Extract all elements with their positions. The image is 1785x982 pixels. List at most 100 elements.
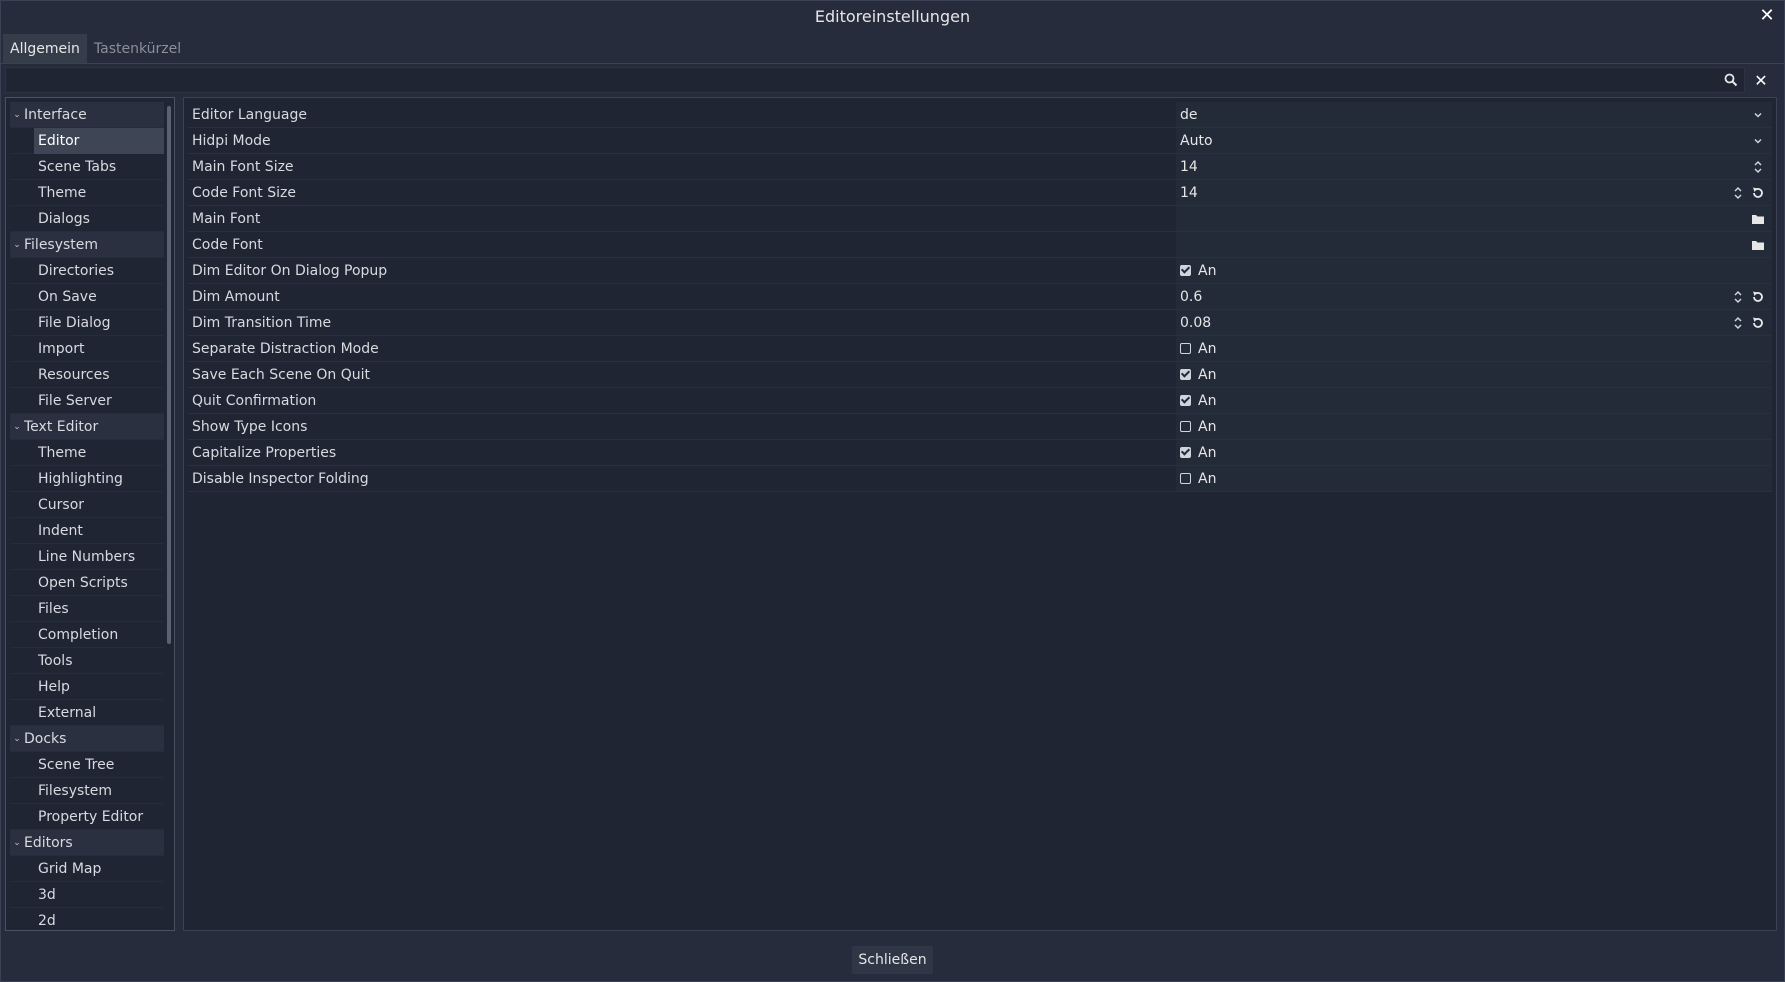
- tree-item-21[interactable]: Tools: [10, 648, 164, 674]
- tree-item-label: 2d: [38, 912, 56, 929]
- chevron-down-icon[interactable]: ⌄: [12, 838, 22, 848]
- tree-item-23[interactable]: External: [10, 700, 164, 726]
- checkbox-checked-icon[interactable]: [1180, 395, 1191, 406]
- property-checkbox[interactable]: An: [1176, 336, 1772, 361]
- tree-item-3[interactable]: Theme: [10, 180, 164, 206]
- property-checkbox[interactable]: An: [1176, 414, 1772, 439]
- property-spin-field[interactable]: 14: [1176, 154, 1772, 179]
- tree-item-label: File Server: [38, 392, 112, 409]
- checkbox-label: An: [1198, 262, 1217, 279]
- tree-item-14[interactable]: Highlighting: [10, 466, 164, 492]
- tree-item-9[interactable]: Import: [10, 336, 164, 362]
- tree-group-24[interactable]: ⌄ Docks: [10, 726, 164, 752]
- tree-group-0[interactable]: ⌄ Interface: [10, 102, 164, 128]
- clear-search-button[interactable]: ✕: [1746, 67, 1776, 93]
- property-dropdown-field[interactable]: de: [1176, 102, 1772, 127]
- tree-item-18[interactable]: Open Scripts: [10, 570, 164, 596]
- tree-item-1[interactable]: Editor: [10, 127, 164, 154]
- spinner-arrows-icon[interactable]: [1750, 159, 1766, 175]
- spinner-arrows-icon[interactable]: [1730, 315, 1746, 331]
- tree-item-25[interactable]: Scene Tree: [10, 752, 164, 778]
- folder-icon[interactable]: [1750, 211, 1766, 227]
- property-row: Editor Language de: [188, 102, 1772, 128]
- property-value: Auto: [1180, 132, 1213, 149]
- chevron-down-icon[interactable]: [1750, 133, 1766, 149]
- checkbox-unchecked-icon[interactable]: [1180, 473, 1191, 484]
- property-row: Disable Inspector Folding An: [188, 466, 1772, 492]
- tree-item-10[interactable]: Resources: [10, 362, 164, 388]
- property-dropdown-field[interactable]: Auto: [1176, 128, 1772, 153]
- tree-item-label: Theme: [38, 444, 87, 461]
- tree-item-13[interactable]: Theme: [10, 440, 164, 466]
- checkbox-checked-icon[interactable]: [1180, 369, 1191, 380]
- tree-group-28[interactable]: ⌄ Editors: [10, 830, 164, 856]
- tree-item-label: Line Numbers: [38, 548, 136, 565]
- spinner-arrows-icon[interactable]: [1730, 185, 1746, 201]
- property-checkbox[interactable]: An: [1176, 258, 1772, 283]
- property-list: Editor Language de Hidpi Mode Auto Main Font…: [188, 102, 1772, 492]
- revert-icon[interactable]: [1750, 289, 1766, 305]
- property-spin-field[interactable]: 0.08: [1176, 310, 1772, 335]
- checkbox-checked-icon[interactable]: [1180, 447, 1191, 458]
- property-checkbox[interactable]: An: [1176, 440, 1772, 465]
- tree-item-label: 3d: [38, 886, 56, 903]
- tree-item-26[interactable]: Filesystem: [10, 778, 164, 804]
- tree-item-4[interactable]: Dialogs: [10, 206, 164, 232]
- search-input[interactable]: [6, 68, 1718, 92]
- tree-group-5[interactable]: ⌄ Filesystem: [10, 232, 164, 258]
- tree-item-label: Cursor: [38, 496, 85, 513]
- close-button[interactable]: Schließen: [852, 946, 933, 974]
- chevron-down-icon[interactable]: [1750, 107, 1766, 123]
- property-row: Main Font: [188, 206, 1772, 232]
- tree-item-30[interactable]: 3d: [10, 882, 164, 908]
- chevron-down-icon[interactable]: ⌄: [12, 240, 22, 250]
- tree-item-17[interactable]: Line Numbers: [10, 544, 164, 570]
- folder-icon[interactable]: [1750, 237, 1766, 253]
- tree-item-27[interactable]: Property Editor: [10, 804, 164, 830]
- property-checkbox[interactable]: An: [1176, 388, 1772, 413]
- property-value: de: [1180, 106, 1198, 123]
- property-checkbox[interactable]: An: [1176, 362, 1772, 387]
- tree-group-12[interactable]: ⌄ Text Editor: [10, 414, 164, 440]
- chevron-down-icon[interactable]: ⌄: [12, 734, 22, 744]
- checkbox-unchecked-icon[interactable]: [1180, 421, 1191, 432]
- property-name: Editor Language: [192, 106, 307, 123]
- property-file-field[interactable]: [1176, 232, 1772, 257]
- spinner-arrows-icon[interactable]: [1730, 289, 1746, 305]
- chevron-down-icon[interactable]: ⌄: [12, 110, 22, 120]
- property-checkbox[interactable]: An: [1176, 466, 1772, 491]
- search-icon[interactable]: [1718, 68, 1744, 92]
- property-file-field[interactable]: [1176, 206, 1772, 231]
- tree-item-22[interactable]: Help: [10, 674, 164, 700]
- property-name: Main Font Size: [192, 158, 294, 175]
- tree-item-8[interactable]: File Dialog: [10, 310, 164, 336]
- title-bar: Editoreinstellungen ✕: [1, 1, 1784, 31]
- tree-item-19[interactable]: Files: [10, 596, 164, 622]
- tree-item-29[interactable]: Grid Map: [10, 856, 164, 882]
- sidebar-scrollbar[interactable]: [167, 106, 171, 644]
- tree-item-2[interactable]: Scene Tabs: [10, 154, 164, 180]
- tree-item-label: On Save: [38, 288, 97, 305]
- checkbox-label: An: [1198, 366, 1217, 383]
- tab-tastenkuerzel[interactable]: Tastenkürzel: [87, 34, 188, 64]
- tree-item-label: Open Scripts: [38, 574, 128, 591]
- property-spin-field[interactable]: 0.6: [1176, 284, 1772, 309]
- checkbox-checked-icon[interactable]: [1180, 265, 1191, 276]
- tree-item-15[interactable]: Cursor: [10, 492, 164, 518]
- tree-item-7[interactable]: On Save: [10, 284, 164, 310]
- revert-icon[interactable]: [1750, 315, 1766, 331]
- tree-item-11[interactable]: File Server: [10, 388, 164, 414]
- revert-icon[interactable]: [1750, 185, 1766, 201]
- property-value: 0.6: [1180, 288, 1203, 305]
- tree-item-16[interactable]: Indent: [10, 518, 164, 544]
- tab-allgemein[interactable]: Allgemein: [3, 34, 87, 64]
- tree-item-20[interactable]: Completion: [10, 622, 164, 648]
- checkbox-unchecked-icon[interactable]: [1180, 343, 1191, 354]
- property-row: Code Font: [188, 232, 1772, 258]
- tree-item-6[interactable]: Directories: [10, 258, 164, 284]
- chevron-down-icon[interactable]: ⌄: [12, 422, 22, 432]
- property-name: Save Each Scene On Quit: [192, 366, 371, 383]
- tree-item-31[interactable]: 2d: [10, 908, 164, 930]
- close-icon[interactable]: ✕: [1756, 4, 1778, 26]
- property-spin-field[interactable]: 14: [1176, 180, 1772, 205]
